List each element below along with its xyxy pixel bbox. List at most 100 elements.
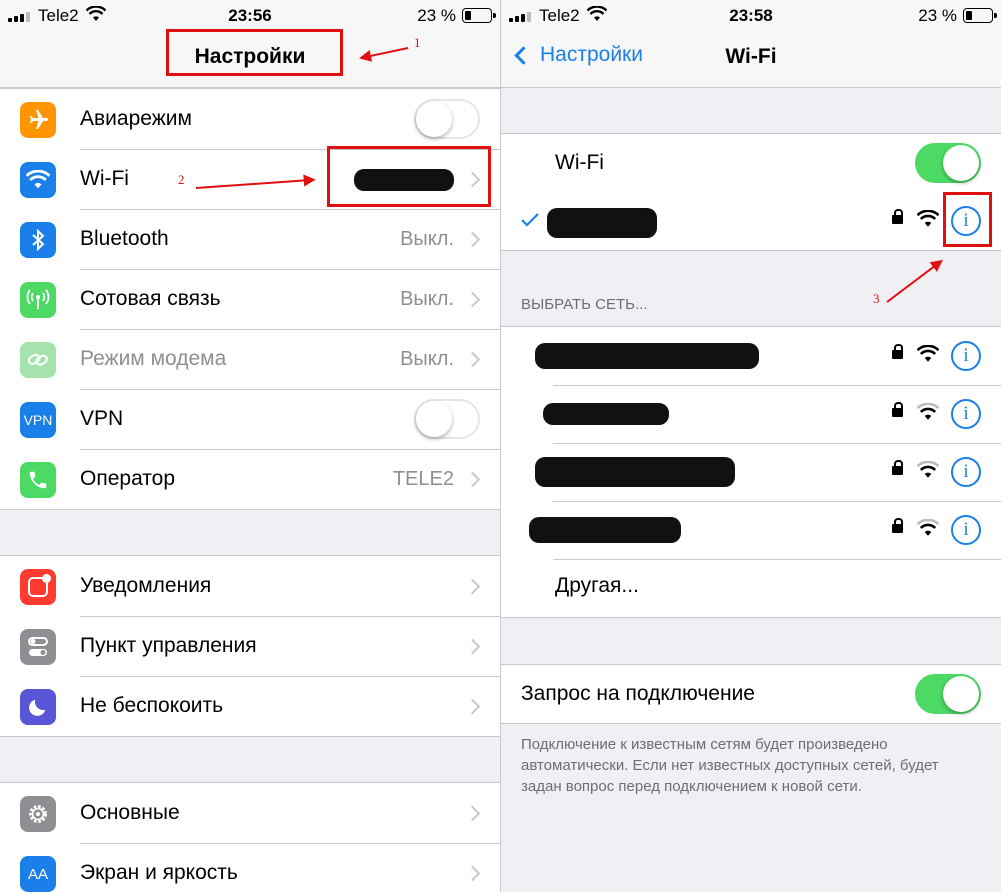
antenna-icon: [20, 282, 56, 318]
row-airplane-mode[interactable]: Авиарежим: [0, 89, 500, 149]
wifi-screen: Tele2 23:58 23 % Настройки Wi-Fi Wi-Fi i: [501, 0, 1001, 892]
battery-percent: 23 %: [918, 6, 957, 25]
row-label: Bluetooth: [80, 227, 169, 250]
status-bar: Tele2 23:58 23 %: [501, 0, 1001, 30]
wifi-icon: [20, 162, 56, 198]
chevron-right-icon: [464, 291, 481, 307]
status-bar: Tele2 23:56 23 %: [0, 0, 500, 30]
row-value: Выкл.: [400, 227, 454, 250]
row-label: Оператор: [80, 467, 176, 490]
info-icon[interactable]: i: [951, 399, 981, 429]
row-value: TELE2: [392, 467, 454, 490]
other-network-row[interactable]: Другая...: [501, 559, 1001, 617]
other-network-label: Другая...: [555, 574, 639, 597]
bluetooth-icon: [20, 222, 56, 258]
ask-to-join-toggle[interactable]: [915, 674, 981, 714]
annotation-number-3: 3: [873, 291, 880, 306]
redacted-network-name: [535, 343, 759, 369]
wifi-toggle[interactable]: [915, 143, 981, 183]
row-value: Выкл.: [400, 287, 454, 310]
wifi-signal-icon: [917, 461, 939, 478]
row-vpn[interactable]: VPN VPN: [0, 389, 500, 449]
vpn-icon: VPN: [20, 402, 56, 438]
redacted-network-name: [529, 517, 681, 543]
chevron-right-icon: [464, 231, 481, 247]
moon-icon: [20, 689, 56, 725]
checkmark-icon: [521, 213, 539, 227]
wifi-signal-icon: [917, 403, 939, 420]
info-icon[interactable]: i: [951, 457, 981, 487]
annotation-arrow-3: [886, 260, 942, 303]
connected-network-row[interactable]: i: [501, 192, 1001, 250]
network-row[interactable]: i: [501, 443, 1001, 501]
annotation-number-2: 2: [178, 172, 185, 187]
row-label: Wi-Fi: [80, 167, 129, 190]
info-icon[interactable]: i: [951, 341, 981, 371]
vpn-toggle[interactable]: [414, 399, 480, 439]
wifi-signal-icon: [917, 519, 939, 536]
page-title: Wi-Fi: [725, 45, 777, 68]
chevron-right-icon: [464, 471, 481, 487]
row-personal-hotspot[interactable]: Режим модема Выкл.: [0, 329, 500, 389]
row-label: Сотовая связь: [80, 287, 221, 310]
row-wifi-toggle: Wi-Fi: [501, 134, 1001, 192]
gear-icon: [20, 796, 56, 832]
row-cellular[interactable]: Сотовая связь Выкл.: [0, 269, 500, 329]
network-row[interactable]: i: [501, 385, 1001, 443]
text-size-icon: AA: [20, 856, 56, 892]
chevron-right-icon: [464, 638, 481, 654]
row-value: Выкл.: [400, 347, 454, 370]
settings-screen: Tele2 23:56 23 % Настройки Авиарежим Wi-…: [0, 0, 500, 892]
switches-icon: [20, 629, 56, 665]
lock-icon: [892, 402, 903, 417]
notifications-group: Уведомления Пункт управления Не беспокои…: [0, 555, 500, 737]
row-label: Уведомления: [80, 574, 212, 597]
ask-to-join-group: Запрос на подключение: [501, 664, 1001, 724]
battery-icon: [462, 8, 496, 23]
notifications-icon: [20, 569, 56, 605]
wifi-signal-icon: [917, 210, 939, 227]
lock-icon: [892, 460, 903, 475]
row-label: VPN: [80, 407, 124, 430]
nav-bar: Настройки Wi-Fi: [501, 30, 1001, 88]
row-carrier[interactable]: Оператор TELE2: [0, 449, 500, 509]
ask-to-join-label: Запрос на подключение: [521, 682, 755, 705]
row-ask-to-join: Запрос на подключение: [501, 665, 1001, 723]
lock-icon: [892, 344, 903, 359]
annotation-box-info: [943, 192, 992, 247]
phone-icon: [20, 462, 56, 498]
row-label: Пункт управления: [80, 634, 257, 657]
redacted-network-name: [543, 403, 669, 425]
row-label: Режим модема: [80, 347, 227, 370]
chevron-right-icon: [464, 698, 481, 714]
airplane-icon: [20, 102, 56, 138]
row-notifications[interactable]: Уведомления: [0, 556, 500, 616]
row-label: Не беспокоить: [80, 694, 224, 717]
annotation-box-wifi: [327, 146, 491, 207]
annotation-box-title: [166, 29, 343, 76]
network-row[interactable]: i: [501, 327, 1001, 385]
chevron-right-icon: [464, 351, 481, 367]
row-label: Авиарежим: [80, 107, 192, 130]
section-header-choose-network: ВЫБРАТЬ СЕТЬ...: [521, 296, 648, 313]
row-general[interactable]: Основные: [0, 783, 500, 843]
row-control-center[interactable]: Пункт управления: [0, 616, 500, 676]
network-row[interactable]: i: [501, 501, 1001, 559]
row-do-not-disturb[interactable]: Не беспокоить: [0, 676, 500, 736]
general-group: Основные AA Экран и яркость: [0, 782, 500, 892]
lock-icon: [892, 518, 903, 533]
wifi-label: Wi-Fi: [555, 151, 604, 174]
chevron-right-icon: [464, 578, 481, 594]
chevron-right-icon: [464, 865, 481, 881]
wifi-signal-icon: [917, 345, 939, 362]
network-list: i i i i Другая...: [501, 326, 1001, 618]
chevron-right-icon: [464, 805, 481, 821]
airplane-mode-toggle[interactable]: [414, 99, 480, 139]
battery-icon: [963, 8, 997, 23]
ask-to-join-footnote: Подключение к известным сетям будет прои…: [521, 736, 939, 795]
row-bluetooth[interactable]: Bluetooth Выкл.: [0, 209, 500, 269]
row-label: Экран и яркость: [80, 861, 238, 884]
row-display-brightness[interactable]: AA Экран и яркость: [0, 843, 500, 892]
wifi-toggle-group: Wi-Fi i: [501, 133, 1001, 251]
info-icon[interactable]: i: [951, 515, 981, 545]
